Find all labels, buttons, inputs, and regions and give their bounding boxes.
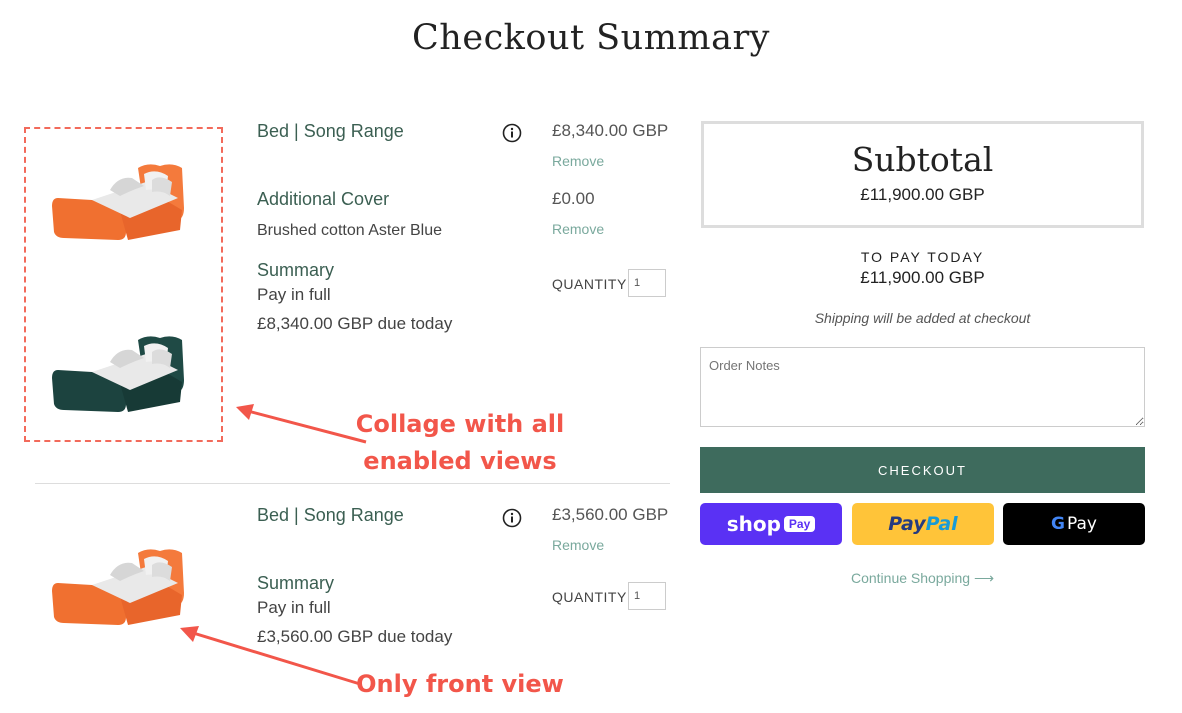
item-2-summary-title: Summary bbox=[257, 573, 335, 593]
checkout-button[interactable]: CHECKOUT bbox=[700, 447, 1145, 493]
google-pay-label: Pay bbox=[1067, 514, 1097, 534]
item-divider bbox=[35, 483, 670, 484]
item-1-cover-remove-link[interactable]: Remove bbox=[552, 221, 604, 237]
paypal-pal-label: Pal bbox=[925, 513, 958, 535]
item-2-quantity-input[interactable] bbox=[628, 582, 666, 610]
annotation-collage-text: Collage with all enabled views bbox=[355, 406, 565, 480]
bed-image-green bbox=[52, 336, 184, 412]
annotation-front-view-text: Only front view bbox=[356, 670, 564, 698]
item-1-price: £8,340.00 GBP bbox=[552, 121, 669, 140]
item-2-quantity-label: QUANTITY bbox=[552, 589, 627, 605]
bed-image-front-view bbox=[52, 549, 184, 625]
info-icon[interactable] bbox=[502, 123, 522, 143]
item-1-cover-title: Additional Cover bbox=[257, 189, 390, 209]
annotation-collage-line2: enabled views bbox=[363, 447, 557, 475]
item-1-name[interactable]: Bed | Song Range bbox=[257, 121, 404, 142]
shop-pay-button[interactable]: shop Pay bbox=[700, 503, 842, 545]
info-icon[interactable] bbox=[502, 508, 522, 528]
item-1-quantity-input[interactable] bbox=[628, 269, 666, 297]
item-2-summary-line1: Pay in full bbox=[257, 598, 331, 617]
to-pay-value: £11,900.00 GBP bbox=[860, 268, 985, 287]
item-2-price: £3,560.00 GBP bbox=[552, 505, 669, 524]
annotation-arrow-front-view bbox=[180, 626, 361, 686]
item-1-summary-line1: Pay in full bbox=[257, 285, 331, 304]
subtotal-title: Subtotal bbox=[851, 140, 994, 179]
shop-pay-label: shop bbox=[726, 512, 781, 536]
paypal-pay-label: Pay bbox=[888, 513, 926, 535]
continue-shopping-link[interactable]: Continue Shopping ⟶ bbox=[701, 570, 1144, 587]
to-pay-label: TO PAY TODAY bbox=[860, 249, 985, 265]
item-1-summary-line2: £8,340.00 GBP due today bbox=[257, 314, 453, 333]
google-pay-button[interactable]: G Pay bbox=[1003, 503, 1145, 545]
item-1-quantity-label: QUANTITY bbox=[552, 276, 627, 292]
shipping-note: Shipping will be added at checkout bbox=[814, 310, 1031, 326]
item-1-cover-desc: Brushed cotton Aster Blue bbox=[257, 222, 442, 239]
paypal-button[interactable]: Pay Pal bbox=[852, 503, 994, 545]
item-1-cover-price: £0.00 bbox=[552, 189, 595, 208]
item-2-remove-link[interactable]: Remove bbox=[552, 537, 604, 553]
page-title: Checkout Summary bbox=[412, 18, 770, 58]
item-1-summary-title: Summary bbox=[257, 260, 335, 280]
subtotal-value: £11,900.00 GBP bbox=[860, 185, 985, 204]
subtotal-box: Subtotal £11,900.00 GBP bbox=[701, 121, 1144, 228]
shop-pay-badge: Pay bbox=[783, 516, 816, 532]
order-notes-textarea[interactable] bbox=[700, 347, 1145, 427]
annotation-collage-line1: Collage with all bbox=[355, 410, 565, 438]
item-2-name[interactable]: Bed | Song Range bbox=[257, 505, 404, 526]
google-g-icon: G bbox=[1051, 514, 1065, 534]
annotation-arrow-collage bbox=[236, 404, 367, 444]
bed-image-orange bbox=[52, 164, 184, 240]
item-1-remove-link[interactable]: Remove bbox=[552, 153, 604, 169]
